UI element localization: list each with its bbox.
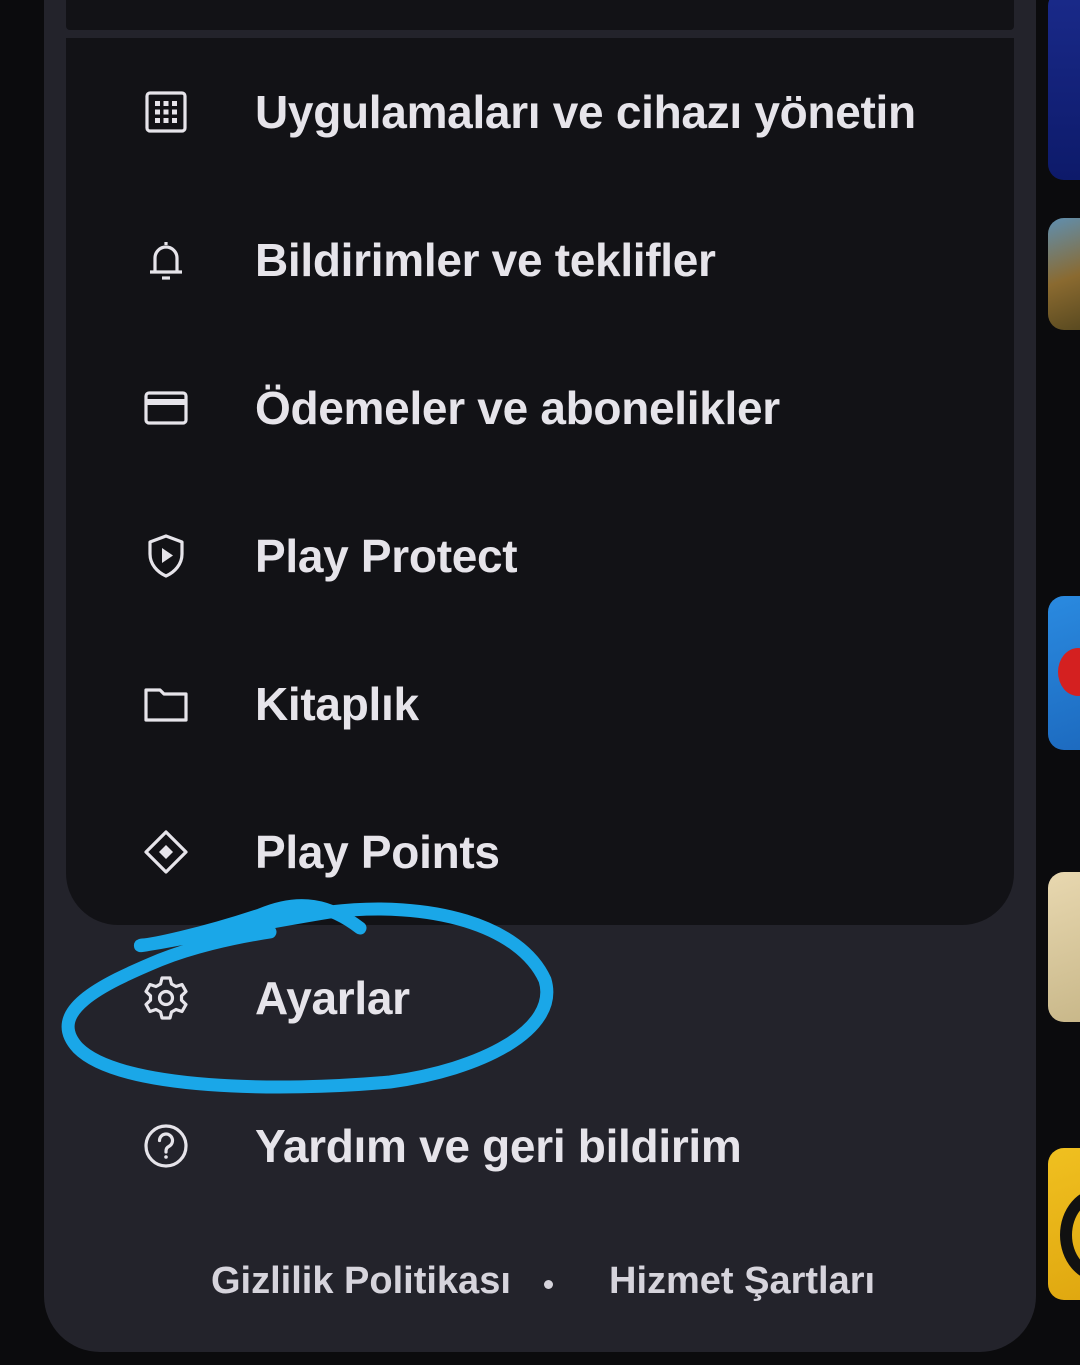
bell-icon	[140, 234, 192, 286]
diamond-icon	[140, 826, 192, 878]
menu-card: Uygulamaları ve cihazı yönetin Bildiriml…	[66, 38, 1014, 925]
shield-play-icon	[140, 530, 192, 582]
background-app-tile	[1048, 0, 1080, 180]
menu-item-label: Uygulamaları ve cihazı yönetin	[255, 86, 916, 138]
menu-item-label: Bildirimler ve teklifler	[255, 234, 716, 286]
menu-item-label: Kitaplık	[255, 678, 419, 730]
menu-item-help[interactable]: Yardım ve geri bildirim	[66, 1072, 1014, 1220]
separator-dot	[544, 1280, 553, 1289]
menu-item-payments[interactable]: Ödemeler ve abonelikler	[66, 334, 1014, 482]
menu-item-label: Ayarlar	[255, 972, 410, 1024]
help-circle-icon	[140, 1120, 192, 1172]
grid-icon	[140, 86, 192, 138]
top-card-edge	[66, 0, 1014, 30]
menu-item-library[interactable]: Kitaplık	[66, 630, 1014, 778]
menu-item-notifications[interactable]: Bildirimler ve teklifler	[66, 186, 1014, 334]
menu-item-manage-apps[interactable]: Uygulamaları ve cihazı yönetin	[66, 38, 1014, 186]
background-app-tile	[1048, 1148, 1080, 1300]
menu-item-label: Ödemeler ve abonelikler	[255, 382, 780, 434]
gear-icon	[140, 972, 192, 1024]
background-app-tile	[1048, 218, 1080, 330]
menu-item-label: Play Points	[255, 826, 500, 878]
privacy-policy-link[interactable]: Gizlilik Politikası	[211, 1260, 511, 1303]
footer-links: Gizlilik Politikası Hizmet Şartları	[44, 1260, 1036, 1330]
terms-of-service-link[interactable]: Hizmet Şartları	[609, 1260, 875, 1303]
background-app-tile	[1048, 596, 1080, 750]
background-app-tile	[1048, 872, 1080, 1022]
folder-icon	[140, 678, 192, 730]
menu-item-play-points[interactable]: Play Points	[66, 778, 1014, 926]
menu-item-label: Yardım ve geri bildirim	[255, 1120, 742, 1172]
account-menu-sheet: Uygulamaları ve cihazı yönetin Bildiriml…	[44, 0, 1036, 1352]
menu-item-settings[interactable]: Ayarlar	[66, 924, 1014, 1072]
menu-item-label: Play Protect	[255, 530, 518, 582]
credit-card-icon	[140, 382, 192, 434]
menu-item-play-protect[interactable]: Play Protect	[66, 482, 1014, 630]
